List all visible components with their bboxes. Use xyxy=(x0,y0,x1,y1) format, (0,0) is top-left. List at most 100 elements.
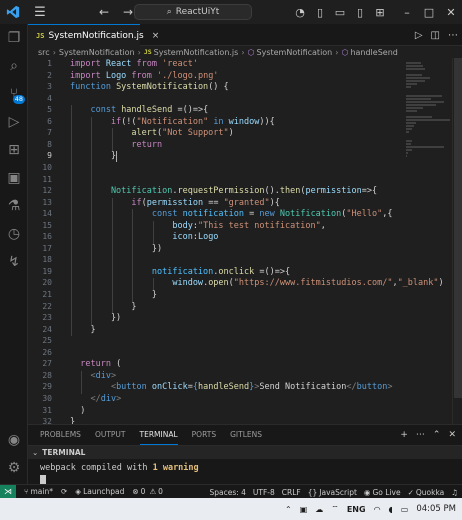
code-editor[interactable]: 1 2 3 4 5 6 7 8 9 10 11 12 13 14 15 16 17 18 19 20 21 22 23 24 2… xyxy=(28,58,462,424)
code-line[interactable]: <button onClick={handleSend}>Send Notifi… xyxy=(70,382,393,393)
launchpad-button[interactable]: ◈ Launchpad xyxy=(75,487,124,496)
line-number: 23 xyxy=(42,313,52,323)
editor-scrollbar[interactable] xyxy=(452,58,462,424)
split-editor-icon[interactable]: ◫ xyxy=(431,30,440,41)
code-line[interactable]: Notification.requestPermission().then(pe… xyxy=(70,186,377,197)
remote-explorer-icon[interactable]: ▣ xyxy=(0,164,28,192)
network-icon[interactable]: ⌔ xyxy=(331,504,339,514)
explorer-icon[interactable]: ❐ xyxy=(0,24,28,52)
cloud-icon[interactable]: ☁ xyxy=(315,505,323,514)
close-window-icon[interactable]: ✕ xyxy=(440,0,462,24)
code-line[interactable]: }) xyxy=(70,244,162,255)
encoding-indicator[interactable]: UTF-8 xyxy=(253,488,275,497)
code-line[interactable]: </div> xyxy=(70,394,121,405)
breadcrumb-function[interactable]: SystemNotification xyxy=(257,48,333,57)
remote-indicator-icon[interactable]: ⋊ xyxy=(0,484,16,499)
extensions-icon[interactable]: ⊞ xyxy=(0,136,28,164)
code-line[interactable]: } xyxy=(70,417,75,424)
code-line[interactable]: if(!("Notification" in window)){ xyxy=(70,117,275,128)
breadcrumb-method[interactable]: handleSend xyxy=(350,48,397,57)
quokka-button[interactable]: ✓ Quokka xyxy=(408,488,445,497)
app-tray-icon[interactable]: ▣ xyxy=(300,505,308,514)
code-line[interactable]: import React from 'react' xyxy=(70,59,198,70)
search-activity-icon[interactable]: ⌕ xyxy=(0,52,28,80)
volume-icon[interactable]: ◖ xyxy=(389,505,393,514)
breadcrumb-subfolder[interactable]: SystemNotification xyxy=(59,48,135,57)
code-token: }) xyxy=(70,313,122,324)
tab-output[interactable]: OUTPUT xyxy=(95,425,126,445)
code-line[interactable]: <div> xyxy=(70,371,116,382)
eol-indicator[interactable]: CRLF xyxy=(282,488,301,497)
code-line[interactable]: window.open("https://www.fitmistudios.co… xyxy=(70,278,443,289)
maximize-icon[interactable]: □ xyxy=(418,0,440,24)
toggle-panel-icon[interactable]: ▭ xyxy=(330,0,350,24)
code-line[interactable]: } xyxy=(70,325,95,336)
indent-guide xyxy=(132,209,134,302)
code-line[interactable]: return xyxy=(70,140,162,151)
breadcrumb-file[interactable]: SystemNotification.js xyxy=(154,48,239,57)
run-code-icon[interactable]: ▷ xyxy=(415,30,423,41)
code-line[interactable]: const notification = new Notification("H… xyxy=(70,209,393,220)
minimap[interactable] xyxy=(406,62,450,162)
language-mode[interactable]: {} JavaScript xyxy=(308,488,357,497)
run-debug-icon[interactable]: ▷ xyxy=(0,108,28,136)
tab-problems[interactable]: PROBLEMS xyxy=(40,425,81,445)
testing-icon[interactable]: ⚗ xyxy=(0,192,28,220)
code-line[interactable]: } xyxy=(70,151,116,162)
toggle-sidebar-icon[interactable]: ▯ xyxy=(310,0,330,24)
gitlens-icon[interactable]: ◷ xyxy=(0,220,28,248)
more-actions-icon[interactable]: ⋯ xyxy=(416,430,425,440)
close-panel-icon[interactable]: ✕ xyxy=(448,430,456,440)
go-live-button[interactable]: ◉ Go Live xyxy=(364,488,401,497)
tab-terminal[interactable]: TERMINAL xyxy=(139,425,178,445)
tab-close-icon[interactable]: × xyxy=(152,31,160,41)
breadcrumb-folder[interactable]: src xyxy=(38,48,50,57)
code-line[interactable]: function SystemNotification() { xyxy=(70,82,229,93)
code-line[interactable]: import Logo from './logo.png' xyxy=(70,71,218,82)
more-actions-icon[interactable]: ⋯ xyxy=(448,30,458,41)
sync-button[interactable]: ⟳ xyxy=(61,487,67,496)
code-line[interactable]: body:"This test notification", xyxy=(70,221,326,232)
copilot-icon[interactable]: ◔ xyxy=(290,0,310,24)
indentation-indicator[interactable]: Spaces: 4 xyxy=(209,488,245,497)
customize-layout-icon[interactable]: ⊞ xyxy=(370,0,390,24)
live-share-icon[interactable]: ↯ xyxy=(0,248,28,276)
command-center-search[interactable]: ⌕ ReactUiYt xyxy=(134,4,252,20)
scrollbar-thumb[interactable] xyxy=(454,58,462,398)
git-branch-icon: ⑂ xyxy=(24,487,29,496)
branch-indicator[interactable]: ⑂ main* xyxy=(24,487,53,496)
battery-icon[interactable]: ▭ xyxy=(401,505,409,514)
tray-overflow-icon[interactable]: ⌃ xyxy=(285,505,292,514)
code-line[interactable]: alert("Not Support") xyxy=(70,128,233,139)
code-line[interactable]: return ( xyxy=(70,359,121,370)
hamburger-menu-icon[interactable]: ☰ xyxy=(28,0,52,24)
code-line[interactable]: } xyxy=(70,290,157,301)
minimize-icon[interactable]: – xyxy=(396,0,418,24)
code-line[interactable]: }) xyxy=(70,313,121,324)
code-line[interactable]: } xyxy=(70,302,136,313)
code-token: "This test notification" xyxy=(197,220,321,231)
tab-system-notification[interactable]: JS SystemNotification.js × xyxy=(28,24,159,46)
source-control-icon[interactable]: ⑂ 48 xyxy=(0,80,28,108)
line-number: 12 xyxy=(42,186,52,196)
code-line[interactable]: const handleSend =()=>{ xyxy=(70,105,208,116)
input-language[interactable]: ENG xyxy=(347,505,366,514)
tab-ports[interactable]: PORTS xyxy=(192,425,216,445)
manage-gear-icon[interactable]: ⚙ xyxy=(0,454,28,482)
code-line[interactable]: ) xyxy=(70,406,85,417)
problems-indicator[interactable]: ⊗ 0 ⚠ 0 xyxy=(132,487,163,496)
notifications-button[interactable]: ♫ xyxy=(451,488,458,497)
code-area[interactable]: import React from 'react' import Logo fro… xyxy=(70,58,444,424)
code-line[interactable]: notification.onclick =()=>{ xyxy=(70,267,290,278)
wifi-icon[interactable]: ◠ xyxy=(374,505,381,514)
clock[interactable]: 04:05 PM xyxy=(416,504,456,514)
maximize-panel-icon[interactable]: ⌃ xyxy=(433,430,441,440)
new-terminal-icon[interactable]: + xyxy=(400,430,408,440)
terminal-output[interactable]: webpack compiled with 1 warning xyxy=(40,463,199,473)
account-icon[interactable]: ◉ xyxy=(0,426,28,454)
back-arrow-icon[interactable]: ← xyxy=(92,0,116,24)
tab-gitlens[interactable]: GITLENS xyxy=(230,425,262,445)
code-line[interactable]: if(permisstion == "granted"){ xyxy=(70,198,279,209)
terminal-section-header[interactable]: ⌄ TERMINAL xyxy=(28,445,462,459)
toggle-secondary-sidebar-icon[interactable]: ▯ xyxy=(350,0,370,24)
